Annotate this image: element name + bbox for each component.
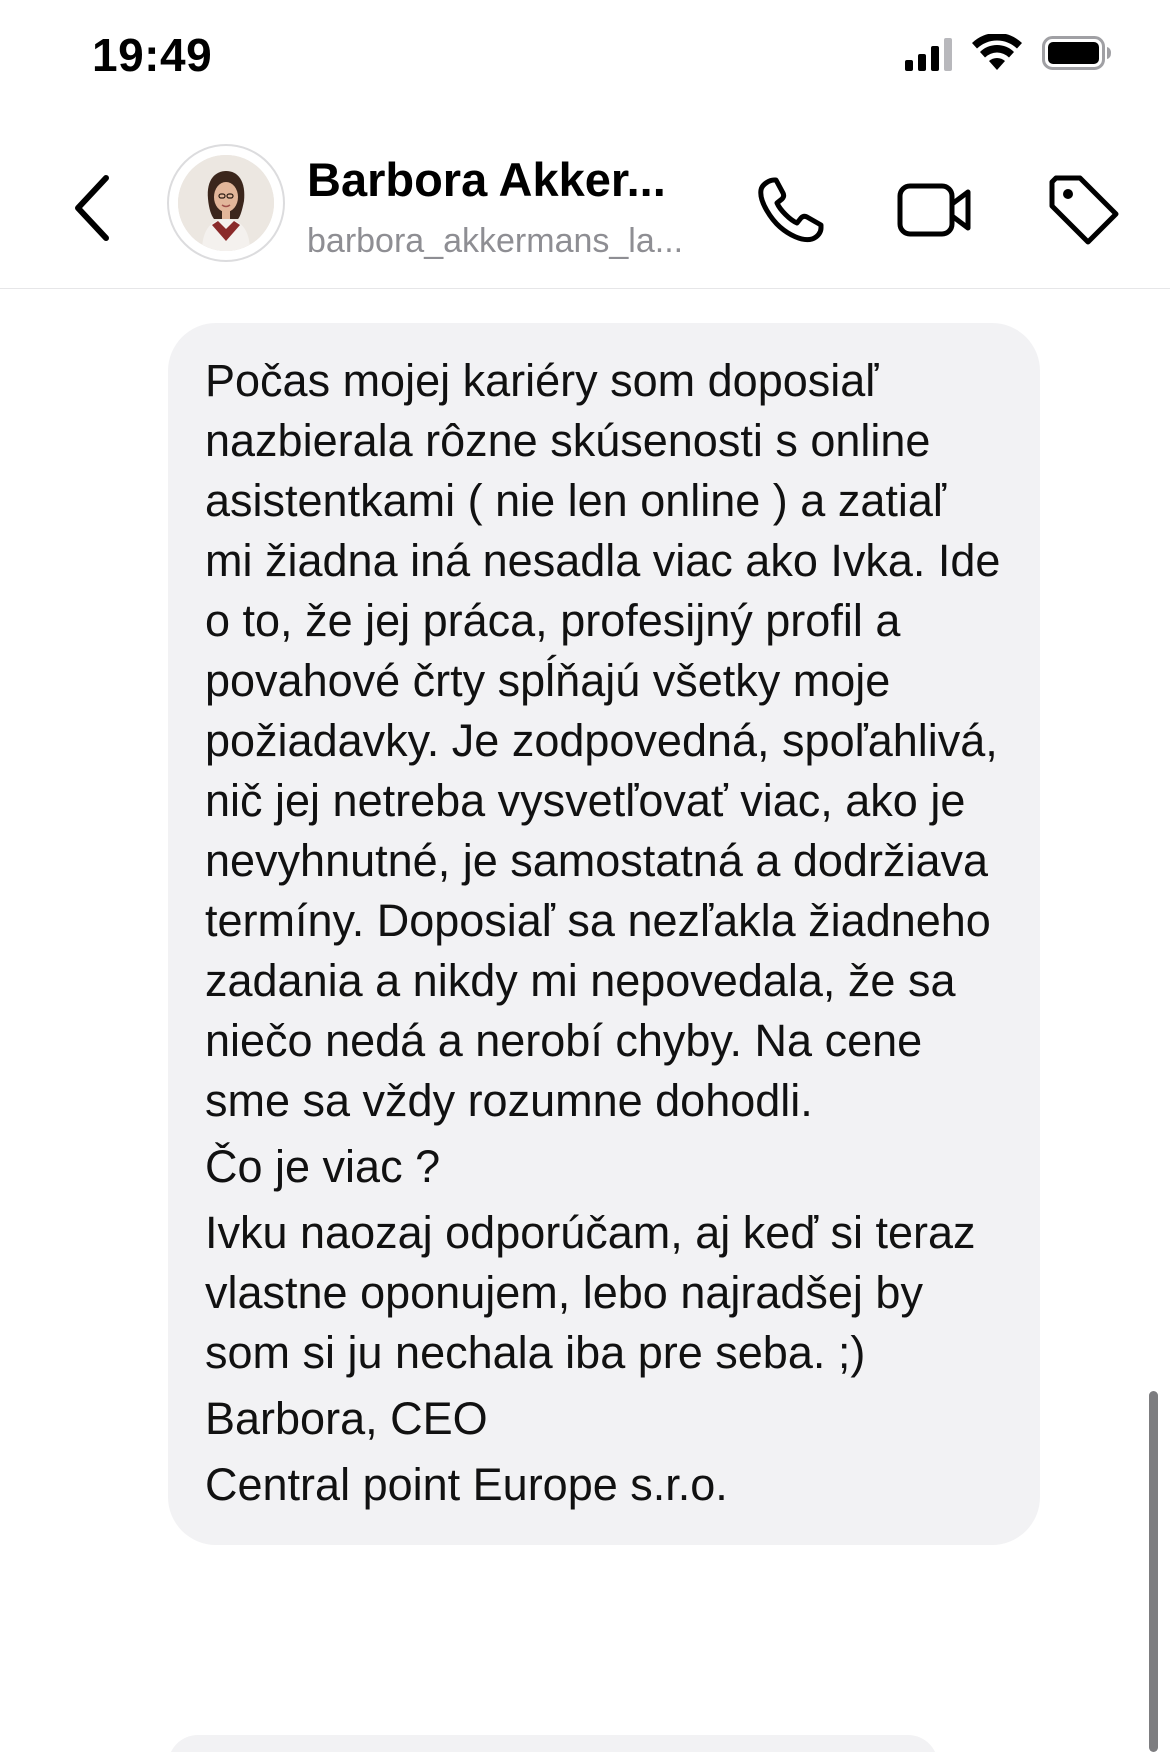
tag-button[interactable] bbox=[1044, 170, 1124, 250]
phone-icon bbox=[758, 177, 824, 243]
video-call-button[interactable] bbox=[895, 170, 975, 250]
next-message-bubble[interactable] bbox=[168, 1735, 938, 1752]
status-bar: 19:49 bbox=[0, 0, 1170, 110]
contact-name[interactable]: Barbora Akker... bbox=[307, 152, 697, 207]
battery-icon bbox=[1042, 36, 1111, 70]
tag-icon bbox=[1049, 175, 1119, 245]
contact-avatar-button[interactable] bbox=[167, 144, 285, 262]
avatar bbox=[178, 155, 274, 251]
cellular-signal-icon bbox=[905, 35, 952, 71]
scroll-indicator[interactable] bbox=[1149, 1391, 1158, 1752]
chat-header: Barbora Akker... barbora_akkermans_la... bbox=[0, 130, 1170, 289]
message-paragraph: Central point Europe s.r.o. bbox=[205, 1459, 728, 1510]
status-time: 19:49 bbox=[92, 29, 213, 81]
message-paragraph: Ivku naozaj odporúčam, aj keď si teraz v… bbox=[205, 1207, 989, 1378]
chevron-left-icon bbox=[75, 175, 109, 241]
message-paragraph: Barbora, CEO bbox=[205, 1393, 488, 1444]
status-icons bbox=[905, 34, 1112, 72]
call-button[interactable] bbox=[750, 170, 830, 250]
message-thread[interactable]: Počas mojej kariéry som doposiaľ nazbier… bbox=[0, 289, 1170, 1752]
wifi-icon bbox=[972, 34, 1022, 70]
message-bubble[interactable]: Počas mojej kariéry som doposiaľ nazbier… bbox=[168, 323, 1040, 1545]
video-camera-icon bbox=[897, 183, 971, 237]
contact-handle[interactable]: barbora_akkermans_la... bbox=[307, 222, 722, 261]
message-paragraph: Čo je viac ? bbox=[205, 1141, 441, 1192]
back-button[interactable] bbox=[62, 168, 122, 248]
message-paragraph: Počas mojej kariéry som doposiaľ nazbier… bbox=[205, 355, 1013, 1126]
